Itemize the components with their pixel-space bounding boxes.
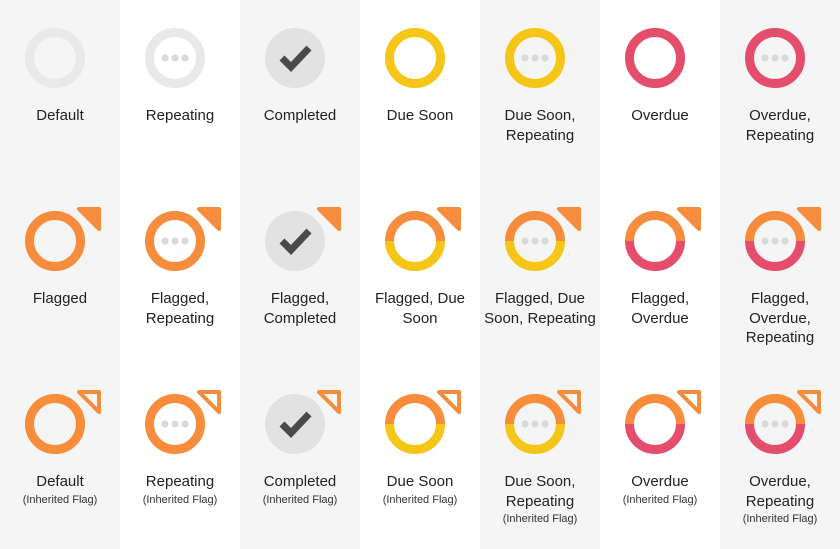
status-label: Flagged, Due Soon, Repeating — [480, 289, 600, 328]
status-flagged-icon — [138, 197, 222, 281]
status-flagged-icon — [138, 380, 222, 464]
status-cell: Due Soon, Repeating — [480, 0, 600, 183]
status-label: Flagged, Due Soon — [360, 289, 480, 328]
status-cell: Flagged — [0, 183, 120, 366]
status-cell: Flagged, Overdue, Repeating — [720, 183, 840, 366]
status-label: Default — [33, 472, 87, 492]
status-flagged-icon — [618, 197, 702, 281]
status-flagged-icon — [18, 380, 102, 464]
status-flagged-icon — [618, 380, 702, 464]
status-cell: Completed (Inherited Flag) — [240, 366, 360, 549]
status-completed-icon — [258, 197, 342, 281]
status-sublabel: (Inherited Flag) — [263, 494, 338, 507]
status-circle-icon — [618, 14, 702, 98]
status-cell: Due Soon (Inherited Flag) — [360, 366, 480, 549]
status-cell: Default — [0, 0, 120, 183]
status-label: Overdue — [628, 472, 692, 492]
status-cell: Flagged, Due Soon — [360, 183, 480, 366]
status-cell: Due Soon, Repeating (Inherited Flag) — [480, 366, 600, 549]
status-flagged-icon — [738, 380, 822, 464]
status-cell: Overdue, Repeating — [720, 0, 840, 183]
status-label: Due Soon, Repeating — [480, 106, 600, 145]
status-cell: Completed — [240, 0, 360, 183]
status-cell: Flagged, Completed — [240, 183, 360, 366]
status-completed-icon — [258, 380, 342, 464]
status-sublabel: (Inherited Flag) — [143, 494, 218, 507]
status-circle-icon — [738, 14, 822, 98]
status-label: Completed — [261, 472, 340, 492]
status-label: Due Soon — [384, 106, 457, 126]
status-cell: Flagged, Overdue — [600, 183, 720, 366]
status-sublabel: (Inherited Flag) — [23, 494, 98, 507]
status-label: Due Soon — [384, 472, 457, 492]
status-cell: Overdue (Inherited Flag) — [600, 366, 720, 549]
status-label: Flagged, Overdue, Repeating — [720, 289, 840, 348]
status-sublabel: (Inherited Flag) — [383, 494, 458, 507]
status-label: Repeating — [143, 106, 217, 126]
status-circle-icon — [138, 14, 222, 98]
status-cell: Overdue, Repeating (Inherited Flag) — [720, 366, 840, 549]
status-label: Overdue — [628, 106, 692, 126]
status-flagged-icon — [738, 197, 822, 281]
status-sublabel: (Inherited Flag) — [503, 513, 578, 526]
status-circle-icon — [18, 14, 102, 98]
status-cell: Due Soon — [360, 0, 480, 183]
status-flagged-icon — [18, 197, 102, 281]
status-flagged-icon — [498, 197, 582, 281]
status-cell: Flagged, Repeating — [120, 183, 240, 366]
status-completed-icon — [258, 14, 342, 98]
status-icon-grid: DefaultRepeatingCompletedDue SoonDue Soo… — [0, 0, 840, 549]
status-sublabel: (Inherited Flag) — [623, 494, 698, 507]
status-flagged-icon — [498, 380, 582, 464]
status-cell: Repeating — [120, 0, 240, 183]
status-label: Completed — [261, 106, 340, 126]
status-sublabel: (Inherited Flag) — [743, 513, 818, 526]
status-cell: Overdue — [600, 0, 720, 183]
status-circle-icon — [378, 14, 462, 98]
status-label: Default — [33, 106, 87, 126]
status-cell: Flagged, Due Soon, Repeating — [480, 183, 600, 366]
status-cell: Repeating (Inherited Flag) — [120, 366, 240, 549]
status-label: Flagged — [30, 289, 90, 309]
status-cell: Default (Inherited Flag) — [0, 366, 120, 549]
status-label: Repeating — [143, 472, 217, 492]
status-label: Flagged, Overdue — [600, 289, 720, 328]
status-label: Due Soon, Repeating — [480, 472, 600, 511]
status-flagged-icon — [378, 197, 462, 281]
status-label: Flagged, Repeating — [120, 289, 240, 328]
status-label: Flagged, Completed — [240, 289, 360, 328]
status-label: Overdue, Repeating — [720, 106, 840, 145]
status-flagged-icon — [378, 380, 462, 464]
status-circle-icon — [498, 14, 582, 98]
status-label: Overdue, Repeating — [720, 472, 840, 511]
